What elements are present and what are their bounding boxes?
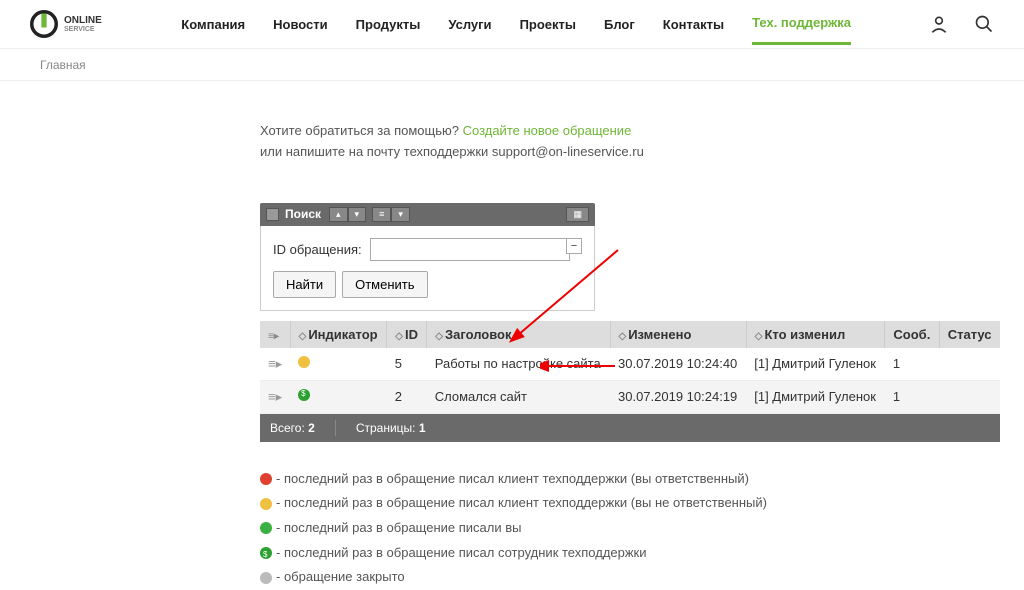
col-status[interactable]: Статус	[948, 327, 992, 342]
sort-icon[interactable]: ◇	[619, 331, 627, 342]
cell-status	[939, 380, 1000, 413]
main-nav: Компания Новости Продукты Услуги Проекты…	[181, 14, 994, 34]
intro-block: Хотите обратиться за помощью? Создайте н…	[260, 121, 1000, 163]
nav-projects[interactable]: Проекты	[520, 17, 576, 32]
sort-icon[interactable]: ◇	[299, 331, 307, 342]
legend-dot-green-bold	[260, 547, 272, 559]
nav-blog[interactable]: Блог	[604, 17, 635, 32]
toolbar-label: Поиск	[285, 207, 321, 221]
search-toolbar: Поиск ▴ ▾ ≡ ▾ ▦	[260, 203, 595, 226]
total-label: Всего:	[270, 421, 308, 435]
col-handle-icon[interactable]: ≡▸	[268, 331, 279, 342]
table-footer: Всего: 2 Страницы: 1	[260, 414, 1000, 442]
legend-grey: - обращение закрыто	[276, 565, 405, 590]
search-id-label: ID обращения:	[273, 242, 362, 257]
cell-changed: 30.07.2019 10:24:19	[610, 380, 746, 413]
cell-status	[939, 348, 1000, 381]
cell-changed: 30.07.2019 10:24:40	[610, 348, 746, 381]
table-row[interactable]: ≡▸ 5 Работы по настройке сайта 30.07.201…	[260, 348, 1000, 381]
remove-field-button[interactable]: −	[566, 238, 582, 254]
row-handle-icon[interactable]: ≡▸	[260, 348, 290, 381]
user-icon[interactable]	[929, 14, 949, 34]
cell-title[interactable]: Сломался сайт	[427, 380, 610, 413]
nav-company[interactable]: Компания	[181, 17, 245, 32]
nav-products[interactable]: Продукты	[356, 17, 421, 32]
sort-icon[interactable]: ◇	[395, 331, 403, 342]
cell-by: [1] Дмитрий Гуленок	[746, 380, 885, 413]
col-by[interactable]: Кто изменил	[764, 327, 845, 342]
intro-question: Хотите обратиться за помощью?	[260, 123, 463, 138]
col-title[interactable]: Заголовок	[445, 327, 512, 342]
create-ticket-link[interactable]: Создайте новое обращение	[463, 123, 632, 138]
toolbar-expand[interactable]: ▾	[348, 207, 367, 222]
cancel-button[interactable]: Отменить	[342, 271, 427, 298]
nav-services[interactable]: Услуги	[448, 17, 491, 32]
find-button[interactable]: Найти	[273, 271, 336, 298]
legend-green: - последний раз в обращение писали вы	[276, 516, 521, 541]
toolbar-checkbox[interactable]	[266, 208, 279, 221]
cell-id: 5	[387, 348, 427, 381]
col-id[interactable]: ID	[405, 327, 418, 342]
legend-dot-green	[260, 522, 272, 534]
intro-email-line: или напишите на почту техподдержки suppo…	[260, 142, 1000, 163]
cell-msg: 1	[885, 380, 939, 413]
legend: - последний раз в обращение писал клиент…	[260, 467, 1000, 590]
legend-yellow: - последний раз в обращение писал клиент…	[276, 491, 767, 516]
legend-red: - последний раз в обращение писал клиент…	[276, 467, 749, 492]
legend-dot-yellow	[260, 498, 272, 510]
nav-contacts[interactable]: Контакты	[663, 17, 724, 32]
logo-subtext: SERVICE	[64, 26, 102, 33]
col-changed[interactable]: Изменено	[628, 327, 691, 342]
search-icon[interactable]	[974, 14, 994, 34]
search-panel: − ID обращения: Найти Отменить	[260, 226, 595, 311]
legend-green-bold: - последний раз в обращение писал сотруд…	[276, 541, 647, 566]
site-logo[interactable]: ONLINE SERVICE	[30, 10, 102, 38]
logo-icon	[30, 10, 58, 38]
page-value: 1	[419, 421, 426, 435]
indicator-dot	[298, 389, 310, 401]
table-row[interactable]: ≡▸ 2 Сломался сайт 30.07.2019 10:24:19 […	[260, 380, 1000, 413]
sort-icon[interactable]: ◇	[755, 331, 763, 342]
nav-support[interactable]: Тех. поддержка	[752, 15, 851, 45]
pages-label: Страницы:	[356, 421, 419, 435]
legend-dot-grey	[260, 572, 272, 584]
footer-divider	[335, 420, 336, 436]
logo-text: ONLINE	[64, 16, 102, 26]
cell-title[interactable]: Работы по настройке сайта	[427, 348, 610, 381]
cell-id: 2	[387, 380, 427, 413]
breadcrumb[interactable]: Главная	[40, 58, 86, 72]
col-indicator[interactable]: Индикатор	[308, 327, 377, 342]
legend-dot-red	[260, 473, 272, 485]
cell-msg: 1	[885, 348, 939, 381]
toolbar-list[interactable]: ≡	[372, 207, 391, 222]
nav-news[interactable]: Новости	[273, 17, 328, 32]
search-id-input[interactable]	[370, 238, 570, 261]
cell-by: [1] Дмитрий Гуленок	[746, 348, 885, 381]
toolbar-collapse[interactable]: ▴	[329, 207, 348, 222]
total-value: 2	[308, 421, 315, 435]
tickets-table: ≡▸ ◇Индикатор ◇ID ◇Заголовок ◇Изменено ◇…	[260, 321, 1000, 414]
toolbar-settings[interactable]: ▦	[566, 207, 589, 222]
sort-icon[interactable]: ◇	[435, 331, 443, 342]
col-msg[interactable]: Сооб.	[893, 327, 930, 342]
row-handle-icon[interactable]: ≡▸	[260, 380, 290, 413]
toolbar-list-expand[interactable]: ▾	[391, 207, 410, 222]
indicator-dot	[298, 356, 310, 368]
